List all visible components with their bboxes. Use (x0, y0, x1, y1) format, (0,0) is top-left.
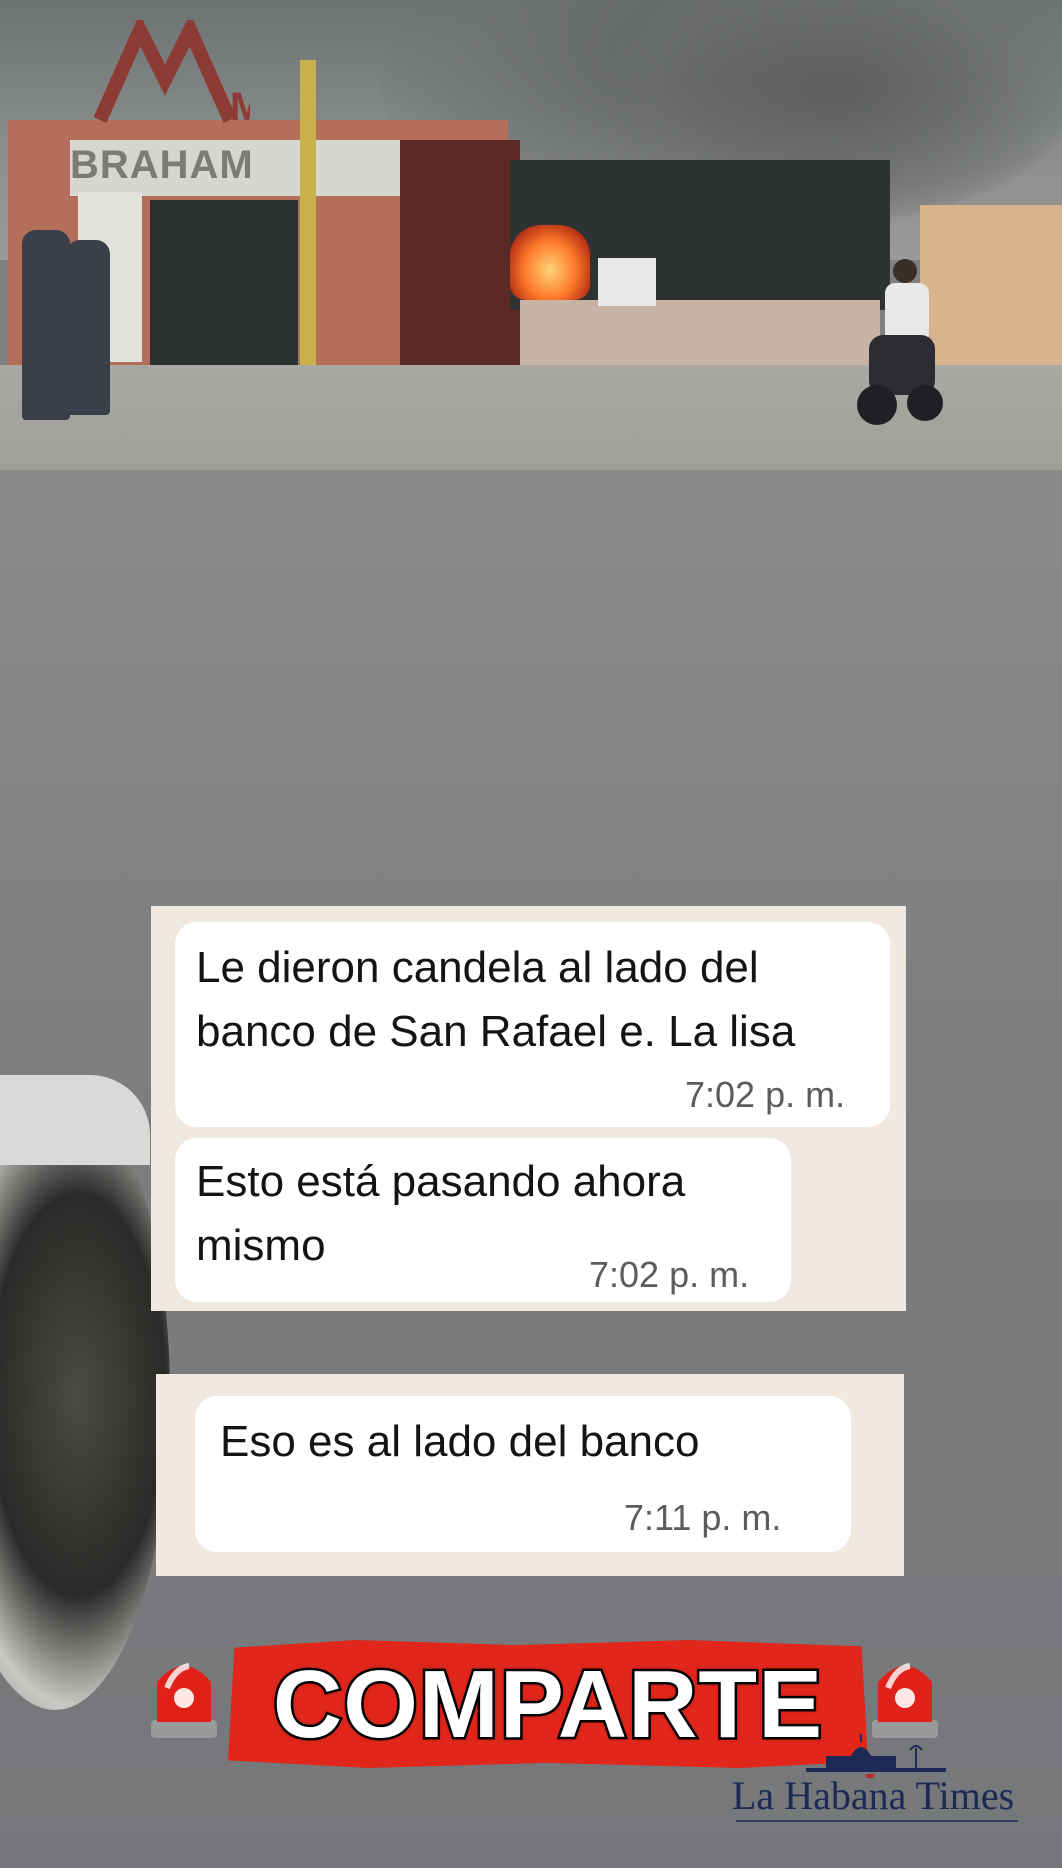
message-line: mismo (196, 1221, 326, 1270)
store-logo-letter: M (230, 85, 250, 129)
bystander (22, 230, 70, 420)
siren-icon (151, 1663, 217, 1738)
message-line: Le dieron candela al lado del (196, 943, 759, 992)
foreground-motorcycle-fender (0, 1075, 150, 1165)
stone-wall (520, 300, 880, 368)
store-shutter (150, 200, 298, 365)
hanging-cloth (598, 258, 656, 306)
motorcycle-rider (857, 259, 943, 425)
share-banner-text: COMPARTE (270, 1649, 824, 1761)
watermark-text: La Habana Times (732, 1773, 1015, 1818)
bystander (66, 240, 110, 415)
message-time: 7:02 p. m. (685, 1074, 846, 1115)
utility-pole (300, 60, 316, 405)
message-line: Esto está pasando ahora (196, 1157, 686, 1206)
message-time: 7:02 p. m. (589, 1254, 750, 1295)
message-line: Eso es al lado del banco (220, 1417, 700, 1466)
message-line: banco de San Rafael e. La lisa (196, 1007, 796, 1056)
message-time: 7:11 p. m. (624, 1497, 782, 1538)
watermark-underline (736, 1820, 1018, 1822)
video-frame: M BRAHAM Le dieron candela al lado del b… (0, 0, 1062, 1868)
siren-icon (872, 1663, 938, 1738)
fire-flames (510, 225, 590, 300)
store-sign-text: BRAHAM (70, 143, 254, 187)
store-logo-icon: M (93, 20, 250, 129)
burning-storefront (400, 140, 520, 370)
